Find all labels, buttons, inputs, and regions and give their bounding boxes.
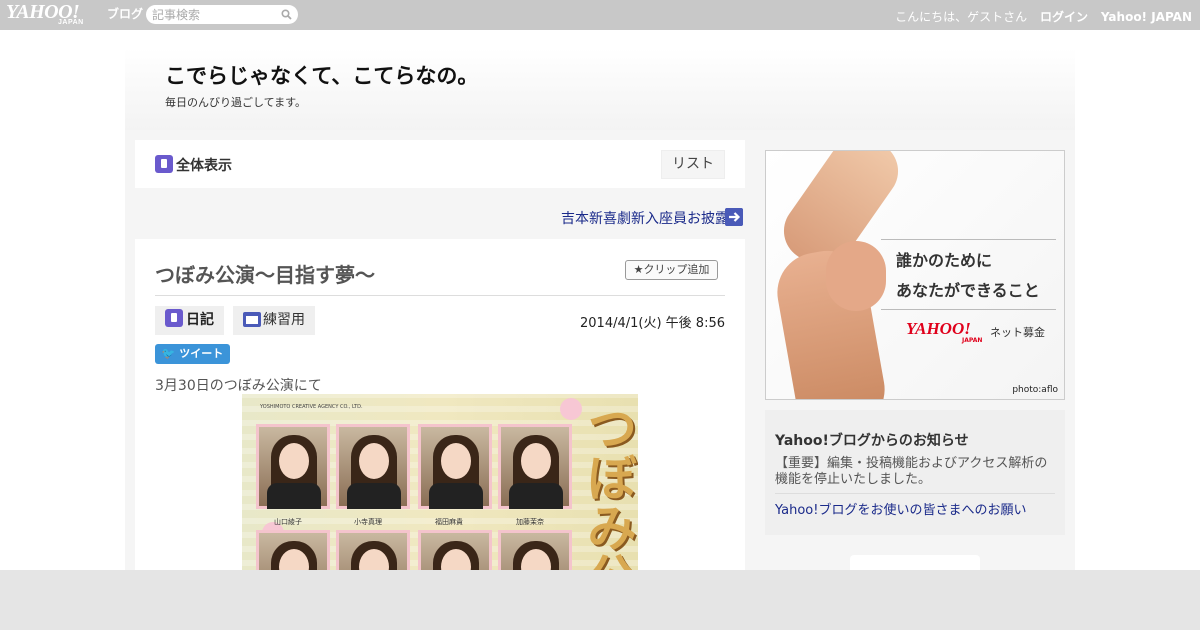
blog-header: こでらじゃなくて、こてらなの。 毎日のんびり過ごしてます。	[125, 48, 1075, 130]
book-icon	[155, 155, 173, 173]
poster-title-text: つぼみ公	[579, 402, 638, 594]
ad-headline-1: 誰かのために	[896, 251, 993, 270]
login-link[interactable]: ログイン	[1040, 10, 1088, 24]
title-divider	[155, 295, 725, 296]
ad-yahoo-logo: YAHOO!	[906, 319, 971, 338]
ad-photo-credit: photo:aflo	[1012, 385, 1058, 395]
guest-greeting: こんにちは、ゲストさん	[895, 10, 1028, 24]
view-all-button[interactable]: 全体表示	[155, 155, 232, 175]
member-photo	[498, 424, 572, 509]
member-name: 山口綾子	[274, 518, 302, 526]
member-photo	[336, 424, 410, 509]
clip-add-label: クリップ追加	[643, 263, 710, 276]
charity-ad-banner[interactable]: 誰かのために あなたができること YAHOO! JAPAN ネット募金 phot…	[765, 150, 1065, 400]
notice-divider	[775, 493, 1055, 494]
blog-title[interactable]: こでらじゃなくて、こてらなの。	[165, 60, 478, 90]
notice-title: Yahoo!ブログからのお知らせ	[775, 433, 969, 449]
blog-subtitle: 毎日のんびり過ごしてます。	[165, 96, 307, 109]
ad-divider	[881, 309, 1056, 310]
twitter-bird-icon: 🐦	[161, 347, 176, 360]
folder-icon	[243, 312, 261, 327]
logo-blog-text: ブログ	[107, 7, 144, 21]
member-name: 福田麻貴	[435, 518, 463, 526]
blog-notice-box: Yahoo!ブログからのお知らせ 【重要】編集・投稿機能およびアクセス解析の機能…	[765, 410, 1065, 535]
article-title[interactable]: つぼみ公演～目指す夢～	[155, 259, 375, 288]
bottom-overlay-bar	[0, 570, 1200, 630]
ad-headline-2: あなたができること	[896, 281, 1040, 300]
notice-link[interactable]: Yahoo!ブログをお使いの皆さまへのお願い	[775, 499, 1026, 518]
member-photo	[418, 424, 492, 509]
article-poster-image[interactable]: YOSHIMOTO CREATIVE AGENCY CO., LTD. 山口綾子…	[242, 394, 638, 594]
ad-yahoo-logo-sub: JAPAN	[962, 337, 983, 344]
tweet-button[interactable]: 🐦 ツイート	[155, 344, 230, 364]
article-body-text: 3月30日のつぼみ公演にて	[155, 378, 322, 394]
folder-label: 練習用	[263, 312, 305, 328]
list-view-button[interactable]: リスト	[661, 150, 725, 179]
poster-agency-text: YOSHIMOTO CREATIVE AGENCY CO., LTD.	[260, 404, 363, 410]
member-photo	[256, 424, 330, 509]
hand-image	[826, 241, 886, 311]
category-tag-diary[interactable]: 日記	[155, 306, 224, 335]
arrow-right-icon[interactable]	[725, 208, 743, 226]
notice-body[interactable]: 【重要】編集・投稿機能およびアクセス解析の機能を停止いたしました。	[775, 456, 1055, 488]
search-box	[146, 5, 298, 24]
tweet-label: ツイート	[179, 347, 224, 360]
logo-sub-text: JAPAN	[58, 19, 84, 26]
member-name: 小寺真理	[354, 518, 382, 526]
folder-tag-practice[interactable]: 練習用	[233, 306, 315, 335]
search-input[interactable]	[152, 6, 277, 23]
previous-article-link[interactable]: 吉本新喜劇新入座員お披露目	[561, 208, 743, 228]
star-icon: ★	[633, 263, 644, 276]
category-label: 日記	[186, 312, 214, 328]
post-date: 2014/4/1(火) 午後 8:56	[580, 316, 725, 331]
search-icon[interactable]	[281, 9, 292, 20]
member-name: 加藤茉奈	[516, 518, 544, 526]
ad-divider	[881, 239, 1056, 240]
top-right-links: こんにちは、ゲストさん ログイン Yahoo! JAPAN	[886, 8, 1192, 25]
ad-fund-label: ネット募金	[990, 326, 1045, 339]
top-navigation-bar: YAHOO! JAPAN ブログ こんにちは、ゲストさん ログイン Yahoo!…	[0, 0, 1200, 30]
view-all-label: 全体表示	[176, 158, 232, 174]
clip-add-button[interactable]: ★クリップ追加	[625, 260, 718, 280]
article-card: つぼみ公演～目指す夢～ ★クリップ追加 日記 練習用 2014/4/1(火) 午…	[135, 239, 745, 594]
yahoo-japan-link[interactable]: Yahoo! JAPAN	[1101, 10, 1192, 24]
view-toggle-bar: 全体表示 リスト	[135, 140, 745, 188]
book-icon	[165, 309, 183, 327]
